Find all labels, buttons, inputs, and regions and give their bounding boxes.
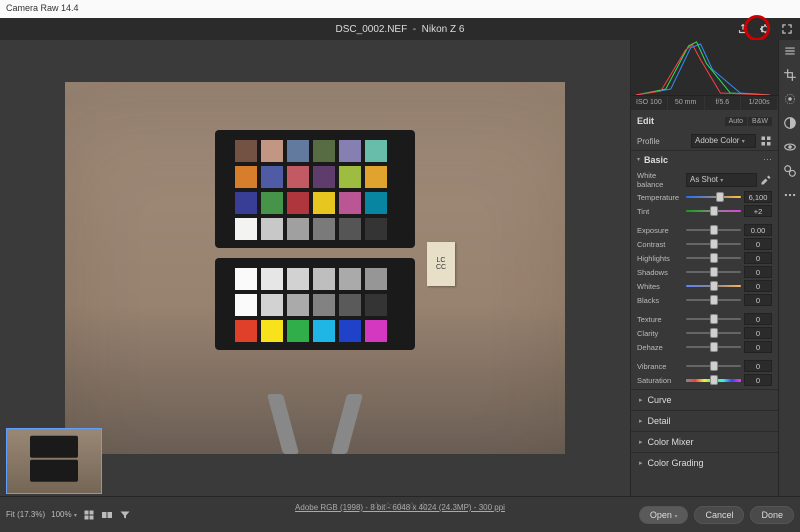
clarity-slider[interactable] — [686, 328, 741, 338]
wb-select[interactable]: As Shot ▾ — [686, 173, 757, 187]
grid-view-icon[interactable] — [83, 509, 95, 521]
document-header: DSC_0002.NEF - Nikon Z 6 — [0, 18, 800, 40]
histogram[interactable] — [631, 40, 778, 96]
zoom-select[interactable]: 100% ▾ — [51, 510, 77, 519]
tint-slider[interactable] — [686, 206, 741, 216]
cancel-button[interactable]: Cancel — [694, 506, 744, 524]
zoom-fit-label[interactable]: Fit (17.3%) — [6, 510, 45, 519]
temperature-value[interactable]: 6,100 — [744, 191, 772, 203]
exif-readout: ISO 10050 mmf/5.61/200s — [631, 96, 778, 110]
redeye-tool-icon[interactable] — [783, 140, 797, 154]
edit-tool-icon[interactable] — [783, 44, 797, 58]
app-title: Camera Raw 14.4 — [6, 3, 79, 13]
wb-label: White balance — [637, 171, 683, 189]
compare-icon[interactable] — [101, 509, 113, 521]
basic-panel: White balance As Shot ▾ Temperature6,100… — [631, 168, 778, 389]
contrast-slider[interactable] — [686, 239, 741, 249]
eyedropper-icon[interactable] — [760, 174, 772, 186]
edit-title: Edit — [637, 116, 654, 126]
basic-title[interactable]: Basic — [644, 155, 668, 165]
tint-value[interactable]: +2 — [744, 205, 772, 217]
window-title-bar: Camera Raw 14.4 — [0, 0, 800, 18]
mask-tool-icon[interactable] — [783, 116, 797, 130]
dehaze-slider[interactable] — [686, 342, 741, 352]
highlights-slider[interactable] — [686, 253, 741, 263]
vibrance-slider[interactable] — [686, 361, 741, 371]
bw-button[interactable]: B&W — [748, 117, 772, 126]
basic-menu-icon[interactable]: ⋯ — [763, 154, 772, 165]
document-title: DSC_0002.NEF - Nikon Z 6 — [336, 24, 465, 35]
presets-icon[interactable] — [783, 164, 797, 178]
color-mixer-section[interactable]: Color Mixer — [631, 431, 778, 452]
color-grading-section[interactable]: Color Grading — [631, 452, 778, 473]
profile-label: Profile — [637, 137, 687, 146]
colorchecker-top — [215, 130, 415, 248]
sticky-note: LCCC — [427, 242, 455, 286]
curve-section[interactable]: Curve — [631, 389, 778, 410]
texture-slider[interactable] — [686, 314, 741, 324]
auto-button[interactable]: Auto — [725, 117, 747, 126]
saturation-slider[interactable] — [686, 375, 741, 385]
whites-slider[interactable] — [686, 281, 741, 291]
image-metadata-link[interactable]: Adobe RGB (1998) - 8 bit - 6048 x 4024 (… — [295, 503, 505, 512]
filter-icon[interactable] — [119, 509, 131, 521]
preview-photo: LCCC — [65, 82, 565, 454]
more-tools-icon[interactable] — [783, 188, 797, 202]
profile-browser-icon[interactable] — [760, 135, 772, 147]
edit-panel: ISO 10050 mmf/5.61/200s Edit Auto B&W Pr… — [630, 40, 778, 496]
done-button[interactable]: Done — [750, 506, 794, 524]
blacks-slider[interactable] — [686, 295, 741, 305]
profile-select[interactable]: Adobe Color ▾ — [691, 134, 756, 148]
detail-section[interactable]: Detail — [631, 410, 778, 431]
crop-tool-icon[interactable] — [783, 68, 797, 82]
export-icon[interactable] — [736, 22, 750, 36]
shadows-slider[interactable] — [686, 267, 741, 277]
tool-rail — [778, 40, 800, 496]
exposure-slider[interactable] — [686, 225, 741, 235]
settings-icon[interactable] — [758, 22, 772, 36]
heal-tool-icon[interactable] — [783, 92, 797, 106]
temperature-slider[interactable] — [686, 192, 741, 202]
open-button[interactable]: Open ▾ — [639, 506, 689, 524]
footer-bar: Fit (17.3%) 100% ▾ ☆ ☆ ☆ ☆ ☆ Adobe RGB (… — [0, 496, 800, 532]
filmstrip-thumbnail[interactable] — [6, 428, 102, 494]
fullscreen-icon[interactable] — [780, 22, 794, 36]
colorchecker-bottom — [215, 258, 415, 350]
edit-section-header: Edit Auto B&W — [631, 110, 778, 132]
